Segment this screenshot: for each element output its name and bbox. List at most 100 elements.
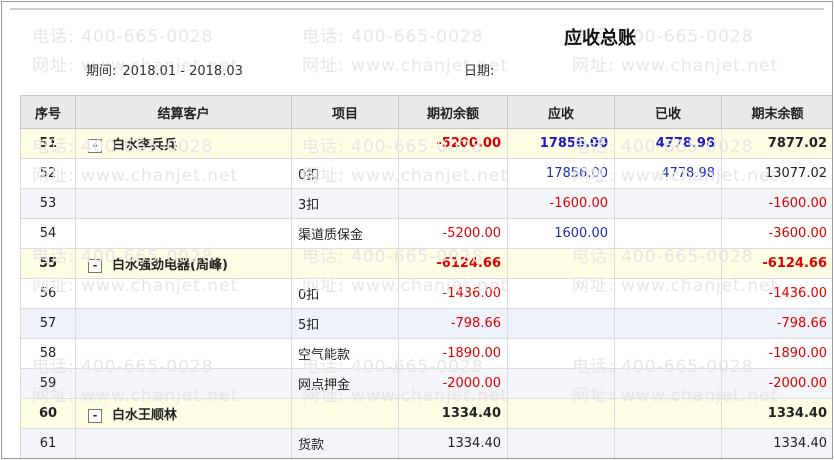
column-header-item[interactable]: 项目	[291, 95, 399, 129]
customer-name: 白水李兵兵	[112, 138, 178, 153]
cell-closing: -1890.00	[721, 338, 832, 369]
table-row[interactable]: 61 货款 1334.40 1334.40	[20, 428, 832, 458]
cell-customer: - 白水强劲电器(周峰)	[75, 248, 292, 279]
cell-received: 4778.98	[614, 158, 722, 189]
cell-received	[614, 398, 722, 429]
collapse-toggle-icon[interactable]: -	[88, 138, 102, 153]
cell-item: 网点押金	[291, 368, 399, 399]
cell-no: 51	[20, 128, 76, 159]
cell-closing: -798.66	[721, 308, 832, 339]
cell-no: 55	[20, 248, 76, 279]
cell-opening	[398, 158, 508, 189]
table-row[interactable]: 53 3扣 -1600.00 -1600.00	[20, 188, 832, 219]
cell-receivable: 17856.00	[507, 128, 615, 159]
cell-receivable: -1600.00	[507, 188, 615, 219]
report-window: 电话: 400-665-0028 网址: www.chanjet.net 电话:…	[1, 1, 833, 459]
cell-no: 57	[20, 308, 76, 339]
cell-item: 0扣	[291, 278, 399, 309]
cell-receivable	[507, 428, 615, 458]
cell-closing: 1334.40	[721, 428, 832, 458]
table-header-row: 序号 结算客户 项目 期初余额 应收 已收 期末余额	[20, 95, 832, 129]
cell-received: 4778.98	[614, 128, 722, 159]
cell-receivable	[507, 368, 615, 399]
date-label: 日期:	[464, 64, 495, 79]
collapse-toggle-icon[interactable]: -	[88, 408, 102, 423]
table-row[interactable]: 59 网点押金 -2000.00 -2000.00	[20, 368, 832, 399]
cell-no: 60	[20, 398, 76, 429]
cell-receivable	[507, 248, 615, 279]
cell-received	[614, 248, 722, 279]
cell-received	[614, 218, 722, 249]
watermark-site: 网址: www.chanjet.net	[572, 56, 779, 76]
column-header-received[interactable]: 已收	[614, 95, 722, 129]
period-label: 期间:	[86, 64, 117, 79]
cell-received	[614, 368, 722, 399]
cell-customer	[75, 308, 292, 339]
cell-opening: -6124.66	[398, 248, 508, 279]
cell-closing: 13077.02	[721, 158, 832, 189]
cell-no: 59	[20, 368, 76, 399]
cell-customer	[75, 338, 292, 369]
cell-customer: - 白水王顺林	[75, 398, 292, 429]
cell-closing: -6124.66	[721, 248, 832, 279]
watermark-phone: 电话: 400-665-0028	[32, 27, 214, 47]
customer-group-row[interactable]: 60- 白水王顺林 1334.40 1334.40	[20, 398, 832, 429]
cell-customer	[75, 188, 292, 219]
customer-name: 白水王顺林	[112, 408, 178, 423]
cell-item	[291, 248, 399, 279]
cell-customer	[75, 428, 292, 458]
cell-receivable	[507, 278, 615, 309]
column-header-closing-balance[interactable]: 期末余额	[721, 95, 832, 129]
cell-opening	[398, 188, 508, 219]
report-title: 应收总账	[564, 28, 636, 49]
cell-closing: -1600.00	[721, 188, 832, 219]
watermark-phone: 电话: 400-665-0028	[302, 27, 484, 47]
column-header-no[interactable]: 序号	[20, 95, 76, 129]
cell-no: 52	[20, 158, 76, 189]
date-info: 日期:	[464, 60, 494, 79]
cell-closing: -1436.00	[721, 278, 832, 309]
cell-item	[291, 398, 399, 429]
cell-item: 货款	[291, 428, 399, 458]
cell-item: 3扣	[291, 188, 399, 219]
cell-received	[614, 278, 722, 309]
customer-name: 白水强劲电器(周峰)	[112, 258, 228, 273]
cell-closing: -3600.00	[721, 218, 832, 249]
period-info: 期间: 2018.01 - 2018.03	[86, 60, 243, 79]
cell-closing: 1334.40	[721, 398, 832, 429]
cell-customer	[75, 368, 292, 399]
table-row[interactable]: 52 0扣 17856.00 4778.98 13077.02	[20, 158, 832, 189]
cell-item: 空气能款	[291, 338, 399, 369]
cell-item: 5扣	[291, 308, 399, 339]
customer-group-row[interactable]: 51- 白水李兵兵 -5200.00 17856.00 4778.98 7877.02	[20, 128, 832, 159]
cell-closing: -2000.00	[721, 368, 832, 399]
table-row[interactable]: 58 空气能款 -1890.00 -1890.00	[20, 338, 832, 369]
period-value: 2018.01 - 2018.03	[122, 64, 243, 79]
cell-customer: - 白水李兵兵	[75, 128, 292, 159]
cell-receivable	[507, 308, 615, 339]
cell-received	[614, 188, 722, 219]
column-header-opening-balance[interactable]: 期初余额	[398, 95, 508, 129]
cell-item: 渠道质保金	[291, 218, 399, 249]
cell-customer	[75, 278, 292, 309]
table-row[interactable]: 54 渠道质保金 -5200.00 1600.00 -3600.00	[20, 218, 832, 249]
table-row[interactable]: 57 5扣 -798.66 -798.66	[20, 308, 832, 339]
cell-closing: 7877.02	[721, 128, 832, 159]
cell-no: 58	[20, 338, 76, 369]
collapse-toggle-icon[interactable]: -	[88, 258, 102, 273]
cell-no: 61	[20, 428, 76, 458]
cell-receivable	[507, 338, 615, 369]
top-divider	[10, 8, 824, 10]
cell-opening: 1334.40	[398, 398, 508, 429]
ledger-table: 序号 结算客户 项目 期初余额 应收 已收 期末余额 51- 白水李兵兵 -5200…	[20, 95, 832, 458]
cell-customer	[75, 218, 292, 249]
cell-received	[614, 428, 722, 458]
customer-group-row[interactable]: 55- 白水强劲电器(周峰) -6124.66 -6124.66	[20, 248, 832, 279]
cell-customer	[75, 158, 292, 189]
cell-receivable	[507, 398, 615, 429]
column-header-receivable[interactable]: 应收	[507, 95, 615, 129]
cell-opening: -5200.00	[398, 128, 508, 159]
table-row[interactable]: 56 0扣 -1436.00 -1436.00	[20, 278, 832, 309]
column-header-customer[interactable]: 结算客户	[75, 95, 292, 129]
cell-opening: -5200.00	[398, 218, 508, 249]
